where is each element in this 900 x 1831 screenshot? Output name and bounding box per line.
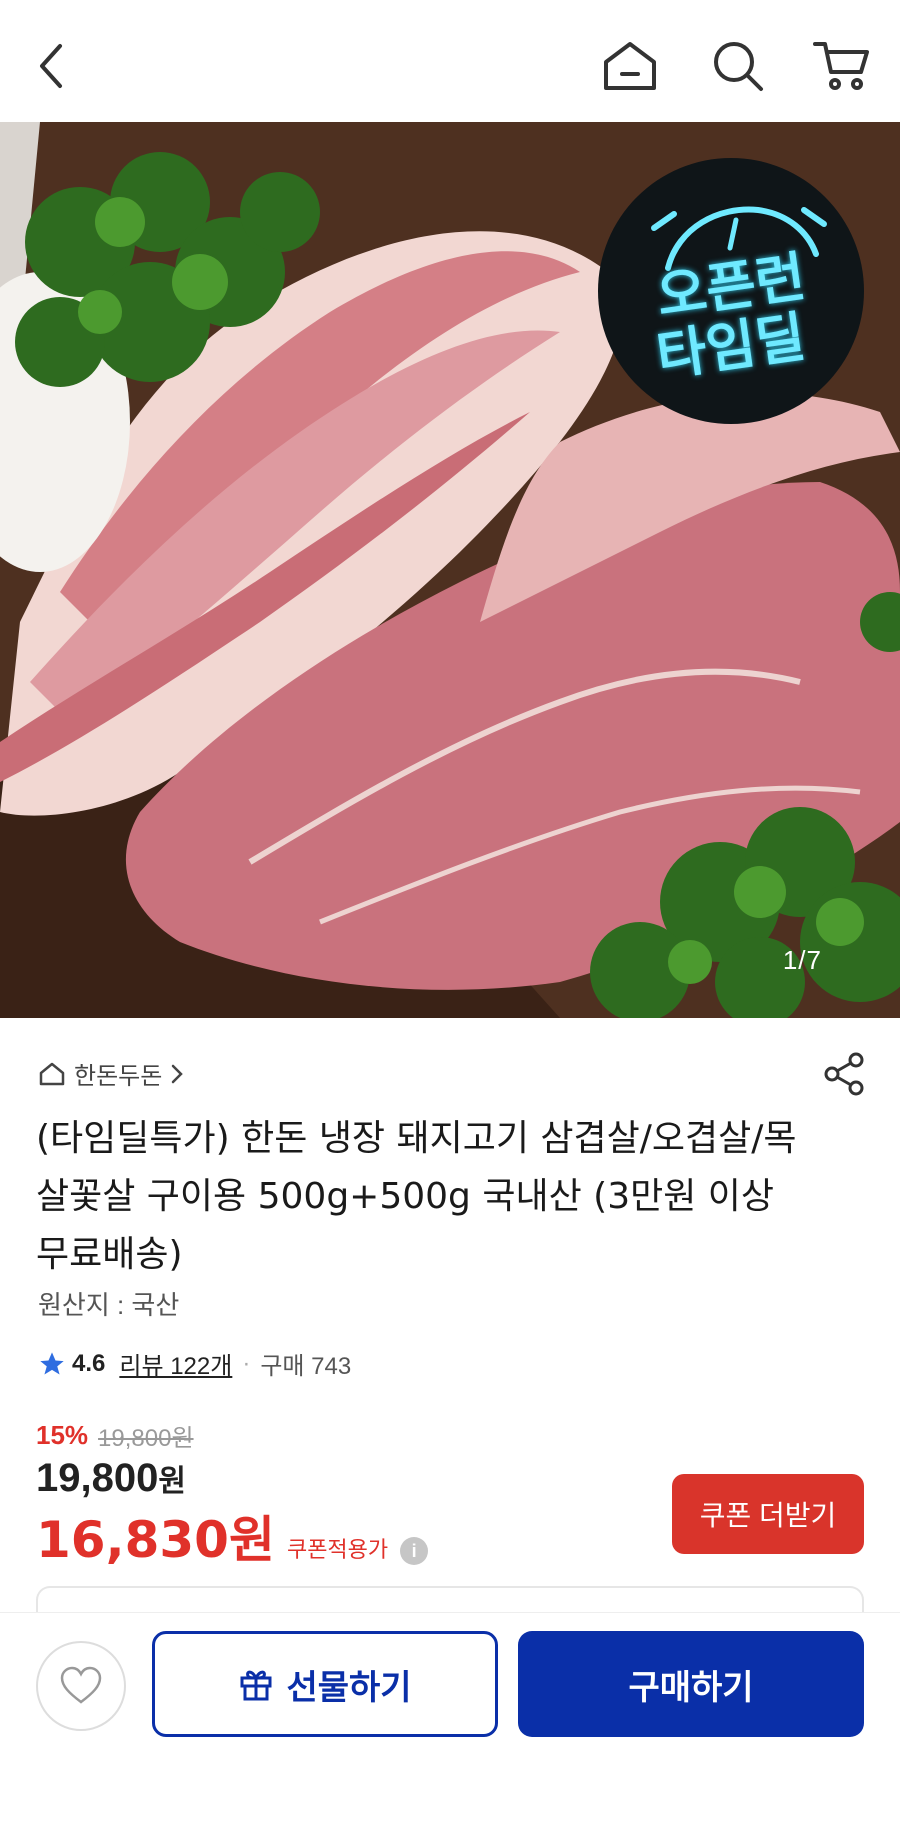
top-bar (0, 0, 900, 122)
search-button[interactable] (706, 34, 770, 98)
coupon-price-label: 쿠폰적용가 (286, 1537, 389, 1562)
home-button[interactable] (598, 34, 662, 98)
star-icon (40, 1351, 64, 1374)
coupon-price: 16,830원 (36, 1511, 275, 1569)
separator-dot: · (242, 1349, 251, 1377)
purchase-count: 구매 743 (260, 1353, 352, 1380)
get-coupon-button[interactable]: 쿠폰 더받기 (672, 1474, 864, 1554)
share-button[interactable] (822, 1052, 866, 1096)
sale-price-unit: 원 (158, 1465, 186, 1498)
gift-button-label: 선물하기 (286, 1668, 412, 1707)
discount-rate: 15% (36, 1420, 89, 1450)
chevron-right-icon (172, 1064, 184, 1083)
home-icon (39, 1062, 65, 1085)
time-deal-badge: 오픈런 타임딜 (598, 158, 864, 424)
coupon-price-row: 16,830원 쿠폰적용가 i (36, 1500, 429, 1572)
back-button[interactable] (20, 34, 84, 98)
search-icon (714, 42, 763, 91)
chevron-left-icon (40, 44, 62, 88)
cart-icon (813, 42, 869, 90)
store-link[interactable]: 한돈두돈 (38, 1056, 184, 1091)
sale-price-number: 19,800 (36, 1456, 159, 1500)
origin-info: 원산지 : 국산 (38, 1290, 180, 1320)
discount-row: 15% 19,800원 (36, 1418, 194, 1453)
product-title: (타임딜특가) 한돈 냉장 돼지고기 삼겹살/오겹살/목살꽃살 구이용 500g… (36, 1118, 797, 1275)
image-counter: 1/7 (782, 945, 822, 975)
review-link[interactable]: 리뷰 122개 (119, 1346, 232, 1381)
original-price: 19,800원 (98, 1425, 194, 1452)
wishlist-button[interactable] (36, 1641, 126, 1731)
rating-value: 4.6 (72, 1349, 106, 1377)
info-icon[interactable]: i (400, 1537, 429, 1565)
store-name: 한돈두돈 (74, 1063, 163, 1090)
gift-icon (240, 1670, 272, 1701)
cart-button[interactable] (810, 34, 874, 98)
gift-button[interactable]: 선물하기 (152, 1631, 498, 1737)
rating-row: 4.6 리뷰 122개 · 구매 743 (38, 1346, 351, 1381)
bottom-action-bar: 선물하기 구매하기 (0, 1612, 900, 1831)
home-icon (604, 42, 656, 90)
share-icon (824, 1052, 864, 1096)
buy-button[interactable]: 구매하기 (518, 1631, 864, 1737)
heart-icon (60, 1666, 102, 1704)
sale-price: 19,800원 (36, 1456, 186, 1501)
